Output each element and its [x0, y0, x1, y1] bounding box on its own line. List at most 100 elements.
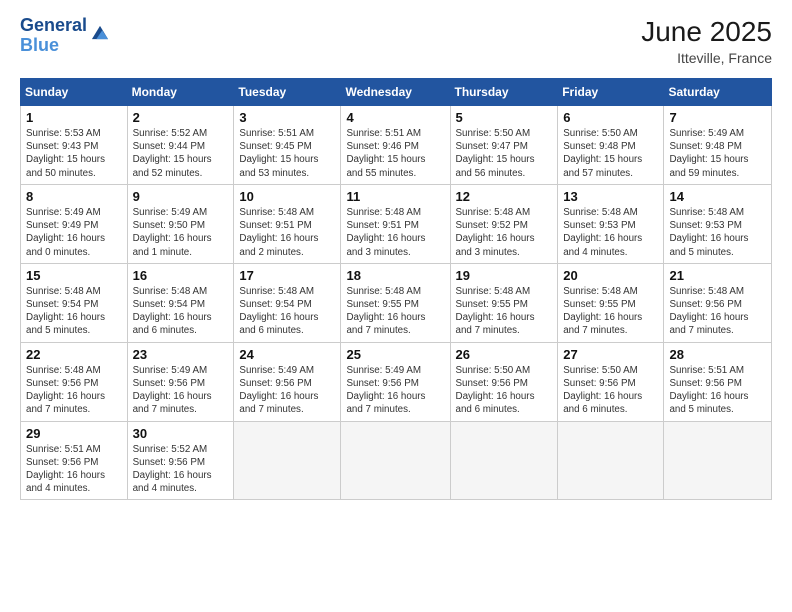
calendar-cell — [664, 421, 772, 500]
day-number: 21 — [669, 268, 766, 283]
day-detail: Sunrise: 5:48 AM Sunset: 9:55 PM Dayligh… — [456, 285, 553, 338]
day-number: 24 — [239, 347, 335, 362]
calendar-week-4: 22 Sunrise: 5:48 AM Sunset: 9:56 PM Dayli… — [21, 342, 772, 421]
title-block: June 2025 Itteville, France — [641, 16, 772, 66]
calendar-cell: 21 Sunrise: 5:48 AM Sunset: 9:56 PM Dayli… — [664, 263, 772, 342]
day-number: 1 — [26, 110, 122, 125]
day-number: 5 — [456, 110, 553, 125]
logo-icon — [89, 23, 111, 45]
calendar-header-row: Sunday Monday Tuesday Wednesday Thursday… — [21, 79, 772, 106]
col-saturday: Saturday — [664, 79, 772, 106]
calendar-cell: 20Sunrise: 5:48 AM Sunset: 9:55 PM Dayli… — [558, 263, 664, 342]
day-number: 2 — [133, 110, 229, 125]
day-number: 10 — [239, 189, 335, 204]
day-detail: Sunrise: 5:48 AM Sunset: 9:52 PM Dayligh… — [456, 206, 553, 259]
day-detail: Sunrise: 5:48 AM Sunset: 9:53 PM Dayligh… — [563, 206, 658, 259]
col-friday: Friday — [558, 79, 664, 106]
day-detail: Sunrise: 5:50 AM Sunset: 9:47 PM Dayligh… — [456, 127, 553, 180]
day-detail: Sunrise: 5:49 AM Sunset: 9:48 PM Dayligh… — [669, 127, 766, 180]
day-number: 26 — [456, 347, 553, 362]
calendar-cell: 6 Sunrise: 5:50 AM Sunset: 9:48 PM Daylig… — [558, 106, 664, 185]
day-detail: Sunrise: 5:51 AM Sunset: 9:45 PM Dayligh… — [239, 127, 335, 180]
day-number: 3 — [239, 110, 335, 125]
day-number: 29 — [26, 426, 122, 441]
day-detail: Sunrise: 5:48 AM Sunset: 9:55 PM Dayligh… — [346, 285, 444, 338]
day-number: 12 — [456, 189, 553, 204]
calendar-cell: 23Sunrise: 5:49 AM Sunset: 9:56 PM Dayli… — [127, 342, 234, 421]
day-detail: Sunrise: 5:50 AM Sunset: 9:48 PM Dayligh… — [563, 127, 658, 180]
calendar: Sunday Monday Tuesday Wednesday Thursday… — [20, 78, 772, 500]
day-detail: Sunrise: 5:48 AM Sunset: 9:51 PM Dayligh… — [346, 206, 444, 259]
calendar-cell: 22 Sunrise: 5:48 AM Sunset: 9:56 PM Dayli… — [21, 342, 128, 421]
day-detail: Sunrise: 5:49 AM Sunset: 9:56 PM Dayligh… — [346, 364, 444, 417]
day-number: 11 — [346, 189, 444, 204]
calendar-cell: 18 Sunrise: 5:48 AM Sunset: 9:55 PM Dayli… — [341, 263, 450, 342]
calendar-week-2: 8Sunrise: 5:49 AM Sunset: 9:49 PM Daylig… — [21, 184, 772, 263]
day-detail: Sunrise: 5:48 AM Sunset: 9:54 PM Dayligh… — [133, 285, 229, 338]
day-number: 6 — [563, 110, 658, 125]
calendar-cell: 5 Sunrise: 5:50 AM Sunset: 9:47 PM Daylig… — [450, 106, 558, 185]
calendar-cell: 3 Sunrise: 5:51 AM Sunset: 9:45 PM Daylig… — [234, 106, 341, 185]
day-number: 8 — [26, 189, 122, 204]
day-number: 23 — [133, 347, 229, 362]
day-number: 28 — [669, 347, 766, 362]
calendar-week-5: 29Sunrise: 5:51 AM Sunset: 9:56 PM Dayli… — [21, 421, 772, 500]
day-number: 16 — [133, 268, 229, 283]
calendar-cell: 1 Sunrise: 5:53 AM Sunset: 9:43 PM Daylig… — [21, 106, 128, 185]
calendar-week-3: 15 Sunrise: 5:48 AM Sunset: 9:54 PM Dayli… — [21, 263, 772, 342]
page: GeneralBlue Blue June 2025 Itteville, Fr… — [0, 0, 792, 612]
calendar-cell: 13 Sunrise: 5:48 AM Sunset: 9:53 PM Dayli… — [558, 184, 664, 263]
calendar-cell: 7 Sunrise: 5:49 AM Sunset: 9:48 PM Daylig… — [664, 106, 772, 185]
calendar-cell: 14 Sunrise: 5:48 AM Sunset: 9:53 PM Dayli… — [664, 184, 772, 263]
day-detail: Sunrise: 5:51 AM Sunset: 9:46 PM Dayligh… — [346, 127, 444, 180]
day-detail: Sunrise: 5:50 AM Sunset: 9:56 PM Dayligh… — [456, 364, 553, 417]
header: GeneralBlue Blue June 2025 Itteville, Fr… — [20, 16, 772, 66]
day-detail: Sunrise: 5:53 AM Sunset: 9:43 PM Dayligh… — [26, 127, 122, 180]
col-wednesday: Wednesday — [341, 79, 450, 106]
day-number: 18 — [346, 268, 444, 283]
calendar-cell: 10 Sunrise: 5:48 AM Sunset: 9:51 PM Dayli… — [234, 184, 341, 263]
day-detail: Sunrise: 5:48 AM Sunset: 9:55 PM Dayligh… — [563, 285, 658, 338]
calendar-cell: 12 Sunrise: 5:48 AM Sunset: 9:52 PM Dayli… — [450, 184, 558, 263]
calendar-cell: 4 Sunrise: 5:51 AM Sunset: 9:46 PM Daylig… — [341, 106, 450, 185]
calendar-cell: 28 Sunrise: 5:51 AM Sunset: 9:56 PM Dayli… — [664, 342, 772, 421]
day-number: 22 — [26, 347, 122, 362]
calendar-cell: 25 Sunrise: 5:49 AM Sunset: 9:56 PM Dayli… — [341, 342, 450, 421]
day-number: 19 — [456, 268, 553, 283]
calendar-cell — [341, 421, 450, 500]
day-number: 25 — [346, 347, 444, 362]
day-detail: Sunrise: 5:48 AM Sunset: 9:56 PM Dayligh… — [26, 364, 122, 417]
day-number: 15 — [26, 268, 122, 283]
month-year: June 2025 — [641, 16, 772, 48]
calendar-cell — [558, 421, 664, 500]
day-number: 30 — [133, 426, 229, 441]
calendar-cell: 9 Sunrise: 5:49 AM Sunset: 9:50 PM Daylig… — [127, 184, 234, 263]
calendar-cell: 24 Sunrise: 5:49 AM Sunset: 9:56 PM Dayli… — [234, 342, 341, 421]
calendar-cell — [234, 421, 341, 500]
day-number: 17 — [239, 268, 335, 283]
day-number: 4 — [346, 110, 444, 125]
day-detail: Sunrise: 5:51 AM Sunset: 9:56 PM Dayligh… — [669, 364, 766, 417]
calendar-cell: 30Sunrise: 5:52 AM Sunset: 9:56 PM Dayli… — [127, 421, 234, 500]
calendar-cell: 11 Sunrise: 5:48 AM Sunset: 9:51 PM Dayli… — [341, 184, 450, 263]
day-detail: Sunrise: 5:48 AM Sunset: 9:56 PM Dayligh… — [669, 285, 766, 338]
calendar-cell: 2Sunrise: 5:52 AM Sunset: 9:44 PM Daylig… — [127, 106, 234, 185]
day-number: 9 — [133, 189, 229, 204]
calendar-cell: 15 Sunrise: 5:48 AM Sunset: 9:54 PM Dayli… — [21, 263, 128, 342]
calendar-cell: 27Sunrise: 5:50 AM Sunset: 9:56 PM Dayli… — [558, 342, 664, 421]
logo-text: GeneralBlue — [20, 16, 87, 56]
calendar-week-1: 1 Sunrise: 5:53 AM Sunset: 9:43 PM Daylig… — [21, 106, 772, 185]
col-thursday: Thursday — [450, 79, 558, 106]
day-number: 14 — [669, 189, 766, 204]
day-detail: Sunrise: 5:49 AM Sunset: 9:56 PM Dayligh… — [239, 364, 335, 417]
day-detail: Sunrise: 5:48 AM Sunset: 9:51 PM Dayligh… — [239, 206, 335, 259]
day-detail: Sunrise: 5:49 AM Sunset: 9:50 PM Dayligh… — [133, 206, 229, 259]
logo: GeneralBlue Blue — [20, 16, 111, 56]
day-number: 7 — [669, 110, 766, 125]
day-detail: Sunrise: 5:48 AM Sunset: 9:54 PM Dayligh… — [26, 285, 122, 338]
calendar-cell: 19 Sunrise: 5:48 AM Sunset: 9:55 PM Dayli… — [450, 263, 558, 342]
calendar-cell: 8Sunrise: 5:49 AM Sunset: 9:49 PM Daylig… — [21, 184, 128, 263]
day-detail: Sunrise: 5:48 AM Sunset: 9:53 PM Dayligh… — [669, 206, 766, 259]
day-number: 13 — [563, 189, 658, 204]
calendar-cell — [450, 421, 558, 500]
